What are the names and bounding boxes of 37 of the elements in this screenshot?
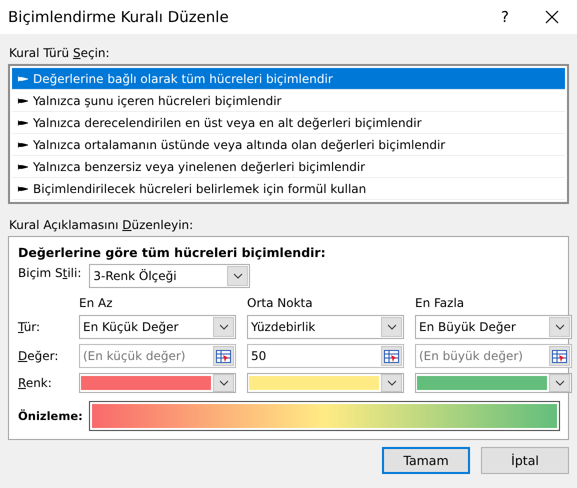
arrow-icon (18, 164, 28, 170)
type-dropdown[interactable]: En Küçük Değer (79, 315, 236, 339)
type-label: Tür: (18, 320, 40, 334)
chevron-down-icon (386, 324, 396, 330)
value-label: Değer: (18, 349, 58, 363)
close-icon[interactable] (545, 10, 559, 24)
window-title: Biçimlendirme Kuralı Düzenle (8, 8, 230, 26)
type-dropdown[interactable]: En Büyük Değer (415, 315, 572, 339)
column-header: En Fazla (415, 296, 466, 310)
color-label: Renk: (18, 376, 52, 390)
format-style-label: Biçim Stili: (18, 266, 82, 280)
arrow-icon (18, 142, 28, 148)
arrow-icon (18, 186, 28, 192)
chevron-down-icon (218, 380, 228, 386)
rule-description-label: Kural Açıklamasını Düzenleyin: (9, 218, 194, 232)
color-dropdown[interactable] (79, 373, 236, 393)
column-header: En Az (79, 296, 114, 310)
help-button[interactable]: ? (485, 8, 525, 26)
chevron-down-icon (554, 380, 564, 386)
chevron-down-icon (218, 324, 228, 330)
dialog-button[interactable]: İptal (481, 447, 569, 474)
dialog-button[interactable]: Tamam (382, 447, 470, 474)
color-dropdown[interactable] (415, 373, 572, 393)
rule-heading: Değerlerine göre tüm hücreleri biçimlendir: (18, 245, 327, 260)
column-header: Orta Nokta (247, 296, 314, 310)
arrow-icon (18, 120, 28, 126)
arrow-icon (18, 98, 28, 104)
preview-label: Önizleme: (18, 409, 83, 423)
chevron-down-icon (232, 273, 243, 279)
format-style-dropdown[interactable]: 3-Renk Ölçeği (89, 264, 250, 288)
rule-type-item[interactable]: Değerlerine bağlı olarak tüm hücreleri biçimlendir (12, 68, 565, 90)
color-dropdown[interactable] (247, 373, 404, 393)
chevron-down-icon (386, 380, 396, 386)
rule-type-label: Kural Türü Seçin: (9, 46, 111, 60)
type-dropdown[interactable]: Yüzdebirlik (247, 315, 404, 339)
chevron-down-icon (554, 324, 564, 330)
arrow-icon (18, 76, 28, 82)
